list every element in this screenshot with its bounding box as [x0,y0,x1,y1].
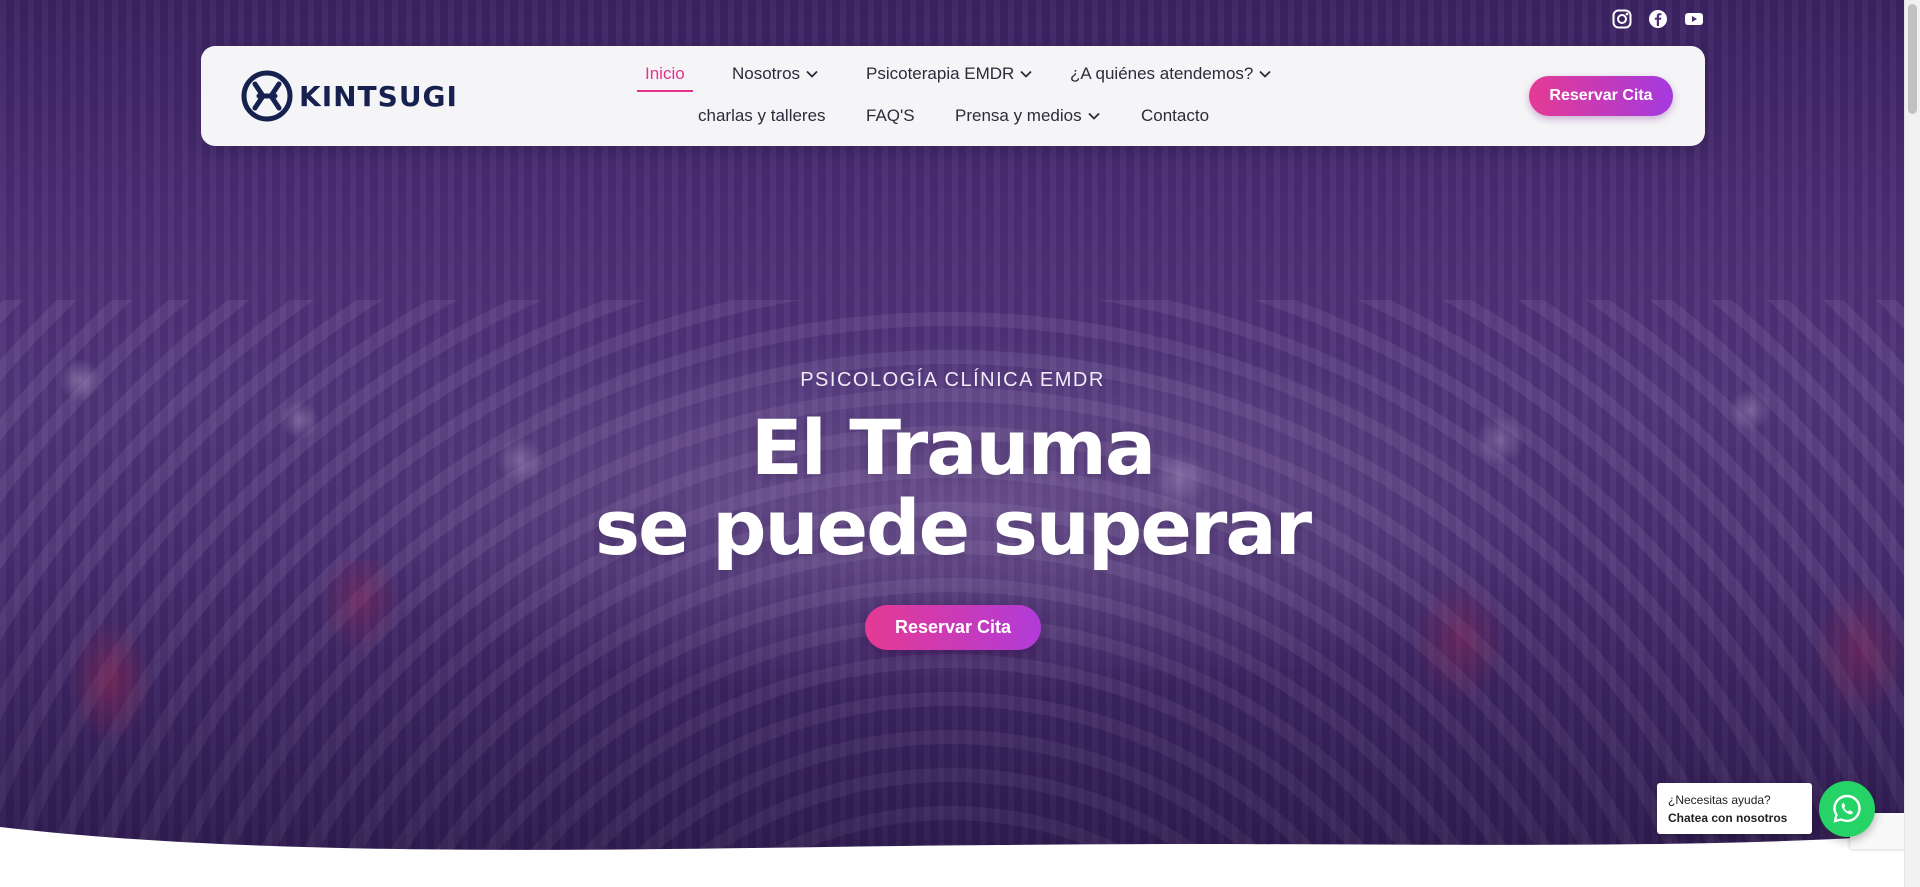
scrollbar-thumb[interactable] [1908,4,1917,114]
nav-item-prensa-y-medios[interactable]: Prensa y medios [955,106,1100,126]
nav-item-label: Psicoterapia EMDR [866,64,1015,83]
nav-item-psicoterapia-emdr[interactable]: Psicoterapia EMDR [866,64,1032,84]
nav-item-label: charlas y talleres [698,106,826,125]
facebook-icon[interactable] [1648,9,1668,29]
nav-item-charlas-y-talleres[interactable]: charlas y talleres [698,106,826,126]
hero-title-line-2: se puede superar [594,483,1312,572]
chevron-down-icon [806,70,818,78]
hero-wave-divider [0,827,1905,887]
nav-item-faqs[interactable]: FAQ'S [866,106,915,126]
nav-item-label: Nosotros [732,64,801,83]
instagram-icon[interactable] [1612,9,1632,29]
social-links [1612,9,1704,29]
nav-item-contacto[interactable]: Contacto [1141,106,1209,126]
hero-eyebrow: PSICOLOGÍA CLÍNICA EMDR [800,369,1105,391]
nav-item-label: ¿A quiénes atendemos? [1070,64,1254,83]
chat-prompt-line-1: ¿Necesitas ayuda? [1668,793,1771,807]
page-scrollbar[interactable] [1904,0,1920,887]
nav-item-label: Prensa y medios [955,106,1082,125]
active-nav-indicator [637,90,693,92]
whatsapp-chat-button[interactable] [1819,781,1875,837]
hero-title-line-1: El Trauma [750,403,1156,492]
nav-item-nosotros[interactable]: Nosotros [732,64,818,84]
main-nav: Inicio Nosotros Psicoterapia EMDR ¿A qui… [201,46,1705,146]
youtube-icon[interactable] [1684,9,1704,29]
chevron-down-icon [1087,112,1100,120]
nav-item-label: FAQ'S [866,106,915,125]
chat-prompt-bubble[interactable]: ¿Necesitas ayuda? Chatea con nosotros [1657,783,1812,834]
header-reservar-cita-button[interactable]: Reservar Cita [1529,76,1673,116]
site-header: KINTSUGI Inicio Nosotros Psicoterapia EM… [201,46,1705,146]
whatsapp-icon [1833,794,1861,823]
hero-reservar-cita-button[interactable]: Reservar Cita [865,605,1041,650]
nav-item-a-quienes-atendemos[interactable]: ¿A quiénes atendemos? [1070,64,1271,84]
nav-item-label: Contacto [1141,106,1210,125]
chevron-down-icon [1020,70,1032,78]
chat-prompt-line-2: Chatea con nosotros [1668,811,1788,825]
nav-item-inicio[interactable]: Inicio [645,64,685,84]
nav-item-label: Inicio [645,64,685,83]
hero-title: El Trauma se puede superar [0,408,1905,568]
chevron-down-icon [1259,70,1271,78]
